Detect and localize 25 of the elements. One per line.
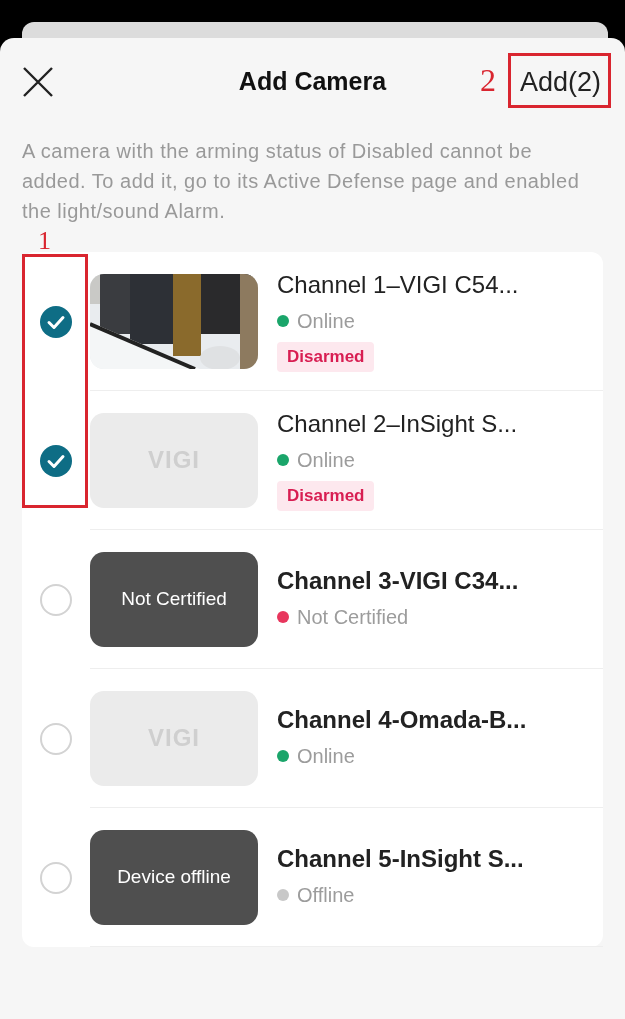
status-text: Online [297, 744, 355, 769]
status-text: Online [297, 309, 355, 335]
page-title: Add Camera [238, 66, 387, 98]
checkbox[interactable] [40, 861, 72, 894]
status-tag: Disarmed [277, 342, 375, 372]
annotation-number: 2 [479, 64, 496, 96]
status-tag: Disarmed [277, 481, 375, 511]
annotation-number: 1 [38, 228, 51, 254]
camera-name: Channel 1–VIGI C54... [277, 270, 519, 301]
checkbox[interactable] [40, 722, 72, 755]
status-text: Online [297, 448, 355, 474]
overlay-text: Device offline [117, 864, 231, 889]
camera-name: Channel 5-InSight S... [277, 844, 524, 874]
checkbox[interactable] [40, 305, 72, 338]
camera-name: Channel 4-Omada-B... [277, 705, 527, 735]
status-text: Offline [297, 883, 355, 908]
notice-text: A camera with the arming status of Disabled cannot be added. To add it, go to its Active Defense page and enabled the light/sound Alarm. [22, 139, 581, 224]
checkbox[interactable] [40, 583, 72, 616]
add-button[interactable]: Add(2) [517, 61, 603, 103]
overlay-text: Not Certified [121, 586, 227, 611]
checkbox[interactable] [40, 444, 72, 477]
close-button[interactable] [22, 66, 54, 98]
camera-name: Channel 3-VIGI C34... [277, 566, 519, 596]
camera-name: Channel 2–InSight S... [277, 409, 518, 440]
status-text: Not Certified [297, 605, 409, 630]
